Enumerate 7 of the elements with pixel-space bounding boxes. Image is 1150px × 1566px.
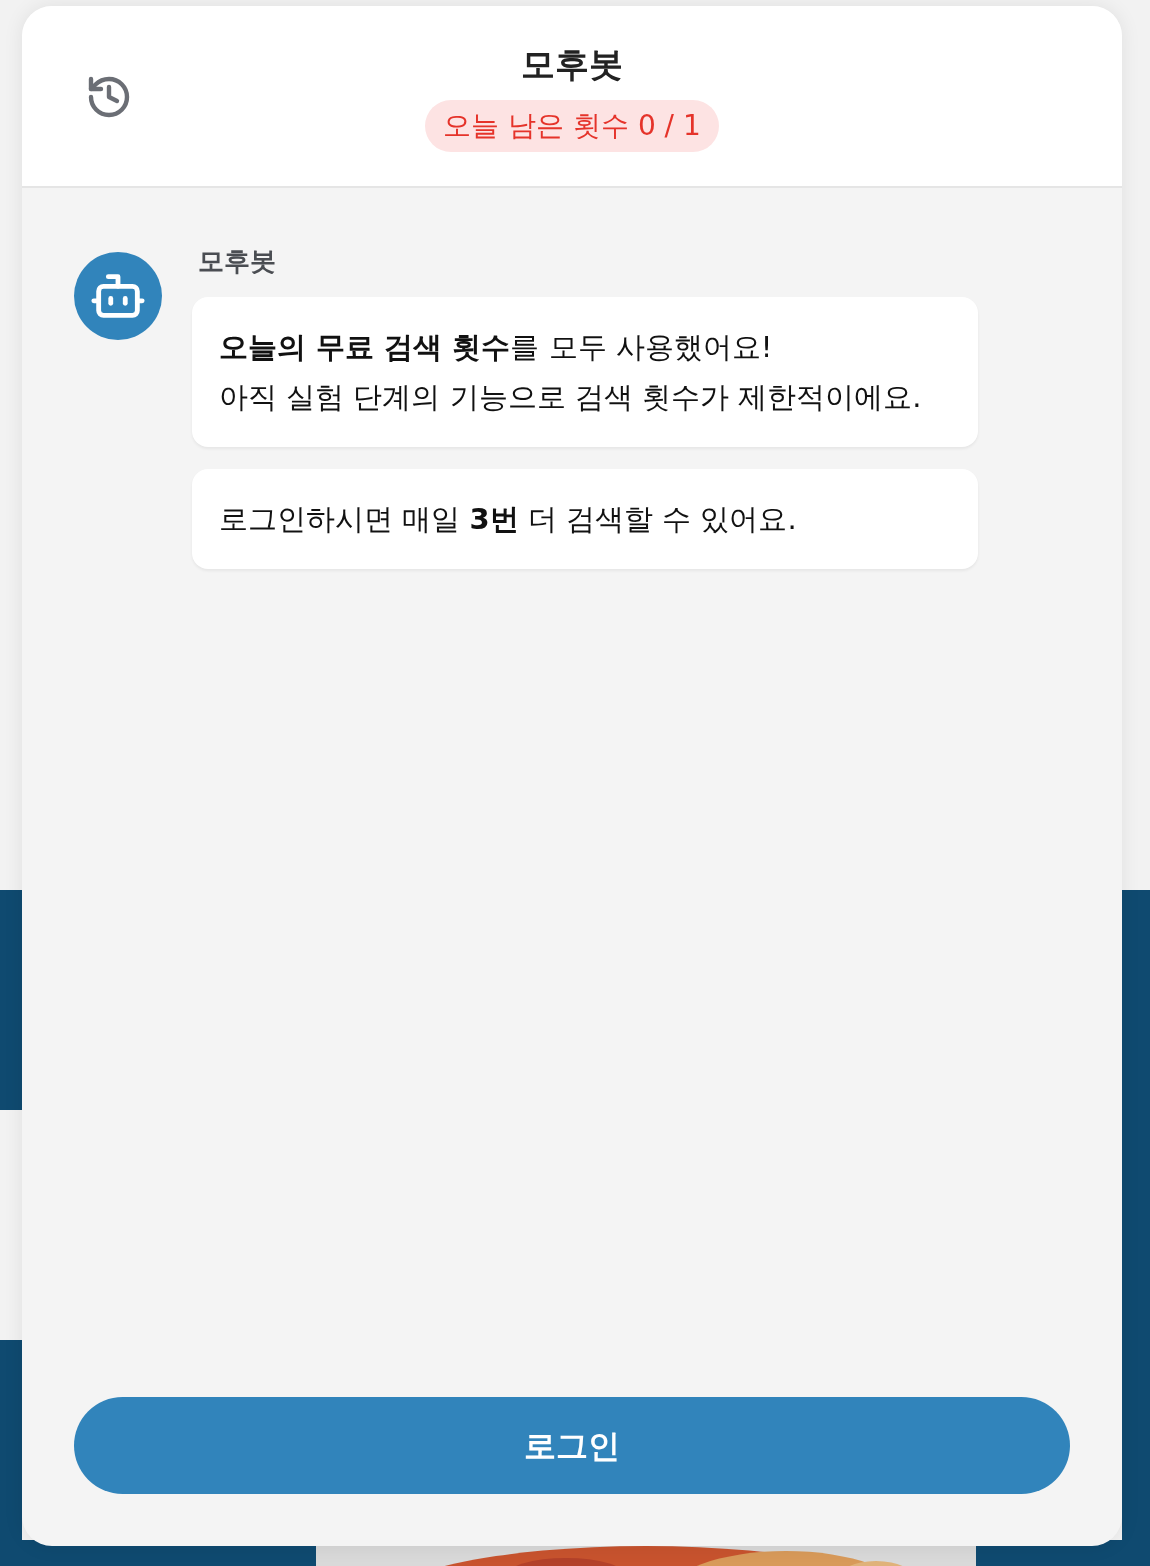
login-button[interactable]: 로그인 [74,1397,1070,1494]
message-text: 오늘의 무료 검색 횟수를 모두 사용했어요! [219,329,774,366]
remaining-count-badge: 오늘 남은 횟수 0 / 1 [425,100,719,152]
message-text: 아직 실험 단계의 기능으로 검색 횟수가 제한적이에요. [219,379,923,416]
modal-title: 모후봇 [521,43,623,86]
message-text: 로그인하시면 매일 3번 더 검색할 수 있어요. [219,501,798,538]
sender-name: 모후봇 [197,245,277,278]
